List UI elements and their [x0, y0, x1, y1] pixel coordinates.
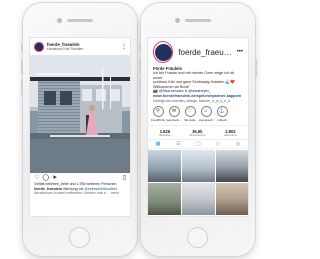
heart-icon[interactable]: ♡ — [34, 174, 39, 181]
profile-tabs: ▦ ☰ ▢ ▷ ◎ — [148, 138, 248, 149]
earpiece-speaker — [185, 19, 211, 22]
stat-label: Abonnenten — [189, 133, 206, 138]
highlight-hometouch[interactable]: ⌂ Hometouch — [199, 106, 213, 122]
feed-screen: foerde_fraeulein Hausboot Kiel Sechlen ⋮ — [30, 38, 130, 216]
volume-up-button — [139, 59, 141, 75]
stat-posts[interactable]: 1.826 Beiträge — [159, 129, 170, 138]
gift-icon: ✉ — [168, 106, 180, 118]
grid-post[interactable] — [182, 182, 215, 215]
grid-icon[interactable]: ▦ — [156, 141, 161, 147]
anchor-icon: ⚓ — [216, 106, 228, 118]
post-location[interactable]: Hausboot Kiel Sechlen — [47, 47, 83, 51]
phone-right: foerde_fraeu… ••• Förde Fräulein Ich bin… — [139, 3, 257, 256]
volume-down-button — [139, 79, 141, 95]
houseboat-photo — [30, 55, 130, 173]
front-camera — [175, 18, 180, 23]
grid-post[interactable] — [148, 149, 181, 182]
stat-followers[interactable]: 36,5k Abonnenten — [189, 129, 205, 138]
profile-username: foerde_fraeu… — [178, 47, 232, 57]
grid-post[interactable] — [148, 182, 181, 215]
caption-username[interactable]: foerde_fraeulein — [34, 187, 62, 191]
tagged-icon[interactable]: ◎ — [236, 141, 240, 147]
profile-stats: 1.826 Beiträge 36,5k Abonnenten 1.802 ab… — [148, 125, 248, 139]
grid-post[interactable] — [216, 149, 248, 182]
volume-up-button — [21, 59, 23, 75]
more-options-icon[interactable]: ⋮ — [121, 43, 127, 50]
caption-more[interactable]: Anreihsions in weel entfernten Ländern w… — [30, 191, 130, 196]
highlight-sh-liebe[interactable]: ♡ SH Liebe — [183, 106, 197, 122]
mute-switch — [21, 43, 23, 52]
bookmark-icon[interactable]: ▯ — [123, 174, 126, 181]
mute-switch — [139, 43, 141, 52]
power-button — [255, 59, 257, 77]
fork-knife-icon: ⚲ — [152, 106, 164, 118]
igtv-icon[interactable]: ▢ — [196, 141, 201, 147]
post-actions: ♡ ◯ ➤ ▯ — [30, 173, 130, 182]
highlight-label: Geschenk… — [166, 118, 182, 123]
phone-left: foerde_fraeulein Hausboot Kiel Sechlen ⋮ — [21, 3, 137, 256]
grid-post[interactable] — [182, 149, 215, 182]
highlight-label: SH Liebe — [184, 118, 196, 123]
highlight-label: Food/Drink — [151, 118, 165, 123]
avatar[interactable] — [34, 41, 44, 52]
reels-icon[interactable]: ▷ — [216, 141, 220, 147]
earpiece-speaker — [67, 19, 93, 22]
profile-avatar[interactable] — [153, 41, 174, 63]
heart-icon: ♡ — [184, 106, 196, 118]
bio-website-link[interactable]: www.foerdefraeulein.de/speicherpartner-k… — [148, 94, 248, 99]
comment-icon[interactable]: ◯ — [42, 174, 49, 181]
profile-header: foerde_fraeu… ••• — [148, 38, 248, 66]
highlight-gifts[interactable]: ✉ Geschenk… — [166, 106, 182, 123]
caption-text: Werbung mit — [62, 186, 84, 191]
profile-screen: foerde_fraeu… ••• Förde Fräulein Ich bin… — [148, 38, 248, 216]
list-icon[interactable]: ☰ — [176, 141, 180, 147]
grid-post[interactable] — [216, 182, 248, 215]
post-photo[interactable] — [30, 55, 130, 173]
bio-line: Ich bin Frauke und mit meiner Crew zeige… — [153, 71, 235, 80]
highlight-label: Lübeck — [217, 118, 227, 123]
volume-down-button — [21, 79, 23, 95]
stat-label: abonniert — [224, 133, 237, 138]
story-highlights: ⚲ Food/Drink ✉ Geschenk… ♡ SH Liebe ⌂ Ho… — [148, 103, 248, 122]
stat-label: Beiträge — [159, 133, 171, 138]
more-options-icon[interactable]: ••• — [237, 49, 243, 55]
home-icon: ⌂ — [200, 106, 212, 118]
send-icon[interactable]: ➤ — [52, 174, 57, 181]
post-grid — [148, 149, 248, 215]
stat-following[interactable]: 1.802 abonniert — [224, 129, 237, 138]
highlight-luebeck[interactable]: ⚓ Lübeck — [215, 106, 229, 122]
highlight-food[interactable]: ⚲ Food/Drink — [151, 106, 165, 122]
home-button[interactable] — [69, 227, 90, 248]
post-header: foerde_fraeulein Hausboot Kiel Sechlen ⋮ — [30, 38, 130, 55]
caption-mention[interactable]: @seinwellerbootfest — [84, 187, 116, 191]
home-button[interactable] — [187, 227, 208, 248]
highlight-label: Hometouch — [198, 118, 214, 123]
front-camera — [57, 18, 62, 23]
